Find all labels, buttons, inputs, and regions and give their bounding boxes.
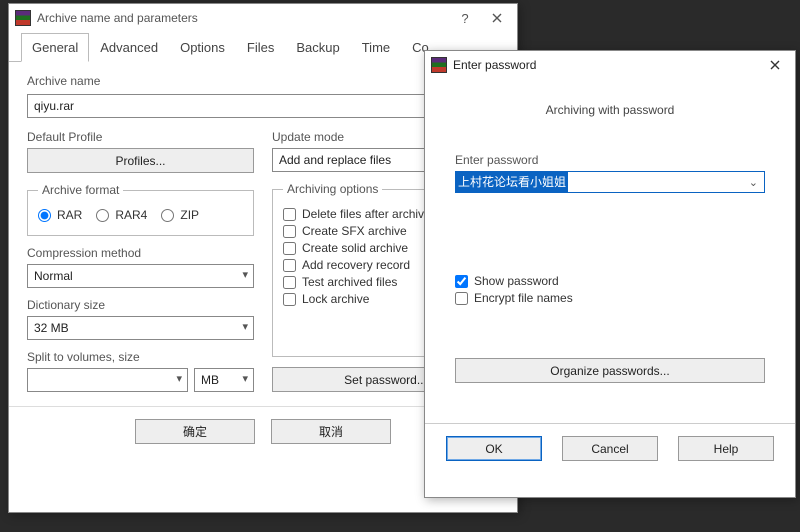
tab-files[interactable]: Files (236, 33, 285, 62)
pw-window-title: Enter password (453, 58, 759, 72)
enter-password-window: Enter password Archiving with password E… (424, 50, 796, 498)
close-titlebutton[interactable] (481, 6, 513, 30)
help-titlebutton[interactable]: ? (449, 6, 481, 30)
organize-passwords-button[interactable]: Organize passwords... (455, 358, 765, 383)
split-size-combo[interactable] (27, 368, 188, 392)
chevron-down-icon[interactable]: ⌄ (743, 176, 764, 189)
archiving-options-label: Archiving options (283, 182, 382, 196)
password-input[interactable]: 上村花论坛看小姐姐 ⌄ (455, 171, 765, 193)
tab-general[interactable]: General (21, 33, 89, 62)
pw-titlebar[interactable]: Enter password (425, 51, 795, 79)
tab-advanced[interactable]: Advanced (89, 33, 169, 62)
profiles-button[interactable]: Profiles... (27, 148, 254, 173)
compression-combo[interactable] (27, 264, 254, 288)
archive-format-group: Archive format RAR RAR4 ZIP (27, 183, 254, 236)
ok-button[interactable]: 确定 (135, 419, 255, 444)
pw-close-button[interactable] (759, 53, 791, 77)
pw-cancel-button[interactable]: Cancel (562, 436, 658, 461)
tab-backup[interactable]: Backup (285, 33, 350, 62)
pw-footer: OK Cancel Help (425, 423, 795, 473)
archive-format-label: Archive format (38, 183, 123, 197)
winrar-icon (15, 10, 31, 26)
pw-subtitle: Archiving with password (455, 103, 765, 117)
dictionary-combo[interactable] (27, 316, 254, 340)
archive-name-input[interactable] (27, 94, 431, 118)
format-rar4[interactable]: RAR4 (96, 208, 147, 222)
dictionary-label: Dictionary size (27, 298, 254, 312)
split-label: Split to volumes, size (27, 350, 254, 364)
default-profile-label: Default Profile (27, 130, 254, 144)
split-unit-combo[interactable] (194, 368, 254, 392)
encrypt-names-checkbox[interactable]: Encrypt file names (455, 291, 765, 305)
titlebar[interactable]: Archive name and parameters ? (9, 4, 517, 32)
pw-help-button[interactable]: Help (678, 436, 774, 461)
format-zip[interactable]: ZIP (161, 208, 199, 222)
compression-label: Compression method (27, 246, 254, 260)
window-title: Archive name and parameters (37, 11, 449, 25)
tab-options[interactable]: Options (169, 33, 236, 62)
tab-time[interactable]: Time (351, 33, 401, 62)
pw-ok-button[interactable]: OK (446, 436, 542, 461)
winrar-icon (431, 57, 447, 73)
cancel-button[interactable]: 取消 (271, 419, 391, 444)
format-rar[interactable]: RAR (38, 208, 82, 222)
show-password-checkbox[interactable]: Show password (455, 274, 765, 288)
pw-body: Archiving with password Enter password 上… (425, 79, 795, 423)
pw-enter-label: Enter password (455, 153, 765, 167)
password-value: 上村花论坛看小姐姐 (456, 172, 568, 192)
